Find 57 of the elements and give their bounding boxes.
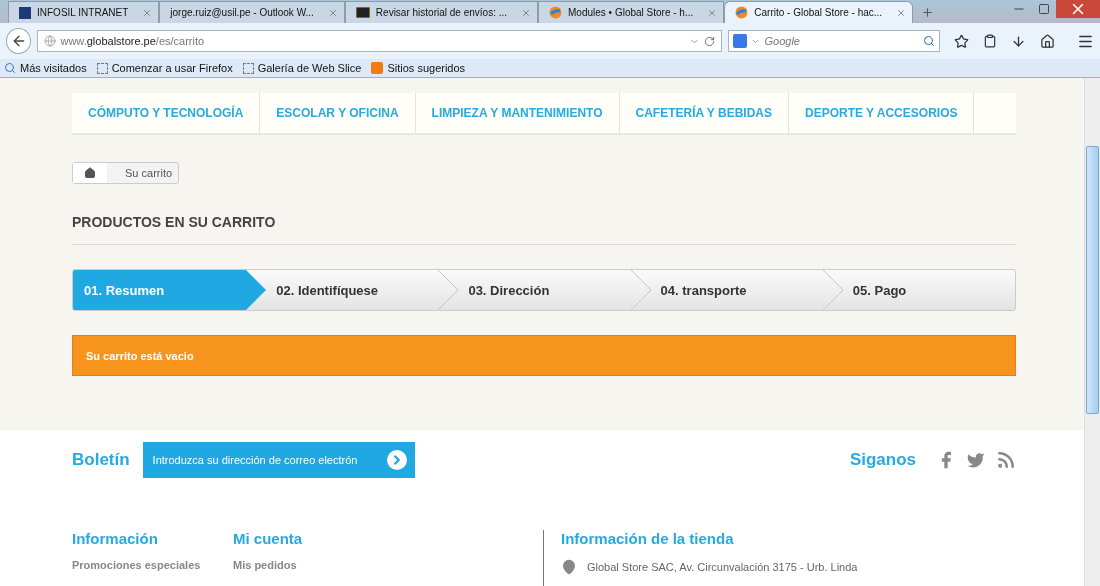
reload-icon[interactable]	[704, 35, 716, 47]
clipboard-icon[interactable]	[983, 34, 997, 48]
close-icon[interactable]	[327, 7, 338, 18]
alert-message: Su carrito está vacio	[72, 335, 1016, 376]
site-icon	[735, 6, 749, 19]
search-icon	[4, 62, 16, 74]
page-icon	[242, 62, 254, 74]
checkout-step: 04. transporte	[650, 270, 823, 310]
browser-tab[interactable]: Carrito - Global Store - hac...	[724, 1, 914, 23]
new-tab-icon[interactable]	[921, 6, 935, 19]
scrollbar-thumb[interactable]	[1086, 146, 1099, 414]
bookmark-link[interactable]: Sitios sugeridos	[387, 62, 466, 74]
search-icon[interactable]	[923, 35, 935, 47]
search-field[interactable]: Google	[764, 35, 800, 47]
address-field[interactable]: www.globalstore.pe/es/carrito	[60, 35, 205, 47]
download-icon[interactable]	[1011, 33, 1026, 49]
page-icon	[96, 62, 108, 74]
close-icon[interactable]	[1056, 0, 1100, 18]
close-icon[interactable]	[142, 7, 153, 18]
checkout-step: 03. Dirección	[458, 270, 631, 310]
rss-icon[interactable]	[996, 450, 1016, 470]
footer-link[interactable]: Promociones especiales	[72, 559, 233, 571]
checkout-step: 05. Pago	[842, 270, 1015, 310]
bookmark-link[interactable]: Más visitados	[20, 62, 87, 74]
footer-heading: Información de la tienda	[561, 530, 735, 547]
close-icon[interactable]	[896, 7, 907, 18]
star-icon[interactable]	[954, 33, 969, 49]
home-icon[interactable]	[1040, 33, 1055, 49]
newsletter-title: Boletín	[72, 450, 130, 470]
home-icon	[84, 167, 96, 179]
browser-tab[interactable]: INFOSIL INTRANET	[8, 1, 160, 23]
footer-link[interactable]: Mis pedidos	[233, 559, 394, 571]
site-icon	[549, 6, 563, 19]
follow-title: Siganos	[849, 450, 916, 470]
page-title: PRODUCTOS EN SU CARRITO	[72, 214, 1016, 245]
map-pin-icon	[561, 559, 577, 575]
browser-tab[interactable]: jorge.ruiz@usil.pe - Outlook W...	[159, 1, 345, 23]
site-icon	[19, 6, 31, 19]
twitter-icon[interactable]	[966, 450, 986, 470]
store-address: Global Store SAC, Av. Circunvalación 3175 - Urb. Linda	[587, 561, 858, 573]
globe-icon	[44, 35, 57, 47]
breadcrumb: Su carrito	[72, 162, 179, 184]
maximize-icon[interactable]	[1038, 3, 1050, 15]
footer-heading: Mi cuenta	[233, 530, 304, 547]
home-link[interactable]	[73, 163, 107, 183]
step-arrow-icon	[246, 270, 267, 310]
back-button[interactable]	[6, 28, 32, 54]
browser-tab[interactable]: Modules • Global Store - h...	[538, 1, 725, 23]
submit-button[interactable]	[386, 450, 407, 470]
site-icon	[355, 7, 370, 18]
footer-heading: Información	[72, 530, 159, 547]
browser-tab[interactable]: Revisar historial de envíos: ...	[344, 1, 539, 23]
bookmark-link[interactable]: Comenzar a usar Firefox	[111, 62, 233, 74]
bookmark-link[interactable]: Galería de Web Slice	[257, 62, 362, 74]
checkout-step: 02. Identifíquese	[266, 270, 439, 310]
close-icon[interactable]	[521, 7, 532, 18]
close-icon[interactable]	[707, 7, 718, 18]
